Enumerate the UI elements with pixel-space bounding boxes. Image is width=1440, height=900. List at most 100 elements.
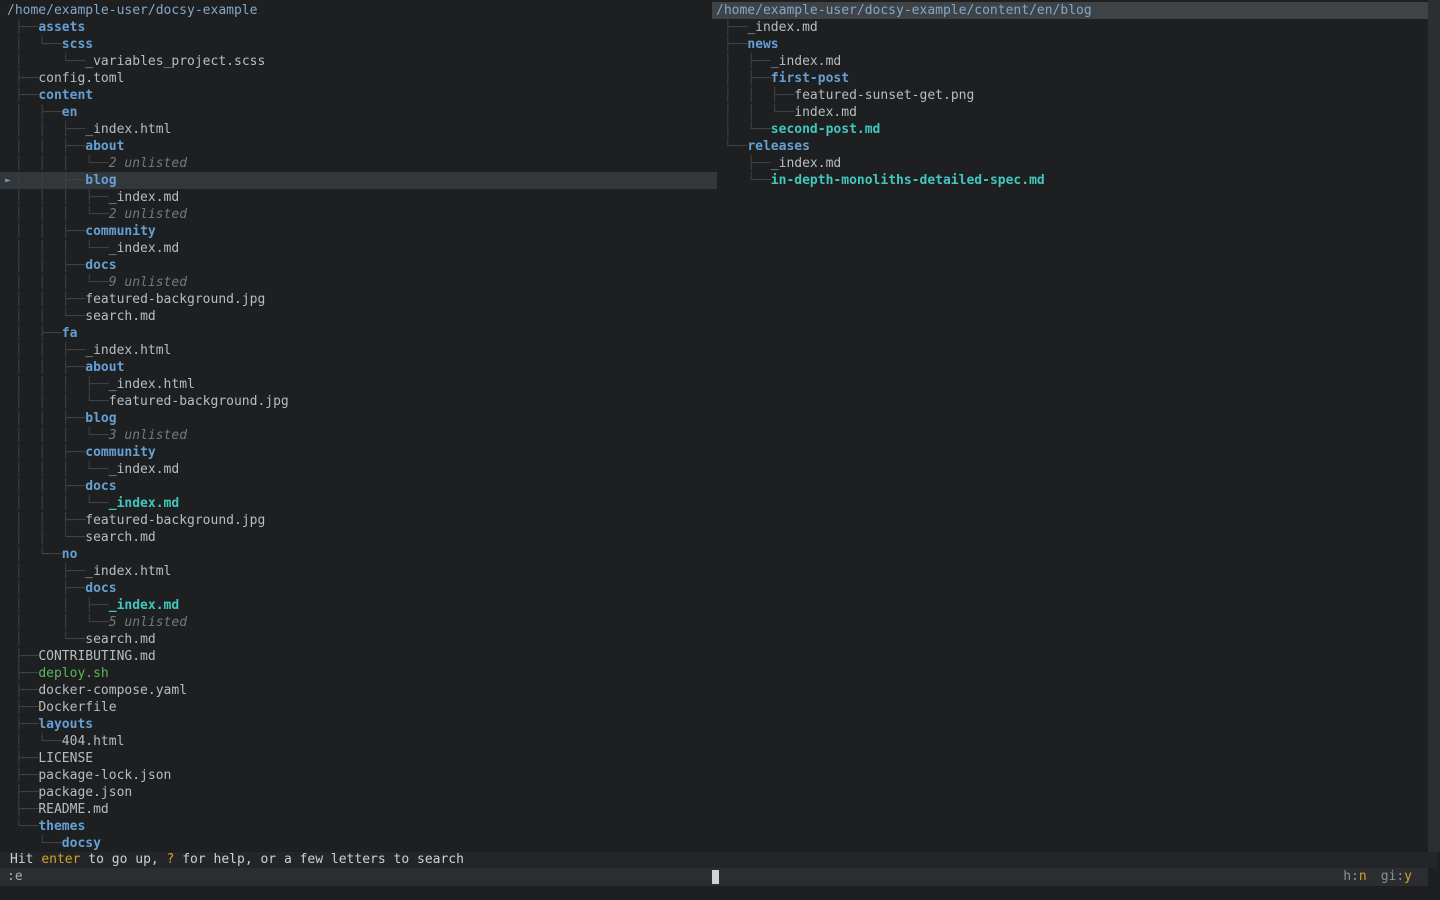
- tree-guide: │ └──: [7, 37, 62, 52]
- tree-row[interactable]: ├──_index.md: [712, 19, 1428, 36]
- tree-row[interactable]: │ ├──first-post: [712, 70, 1428, 87]
- tree-row[interactable]: │ │ │ └──featured-background.jpg: [0, 393, 717, 410]
- tree-row[interactable]: │ │ └──5 unlisted: [0, 614, 717, 631]
- tree-row[interactable]: │ │ └──search.md: [0, 529, 717, 546]
- tree-guide: │ ├──: [716, 54, 771, 69]
- tree-row[interactable]: │ │ │ ├──_index.html: [0, 376, 717, 393]
- tree-guide: └──: [716, 139, 747, 154]
- tree-row[interactable]: │ └──404.html: [0, 733, 717, 750]
- status-bar: Hit enter to go up, ? for help, or a few…: [0, 852, 1438, 868]
- tree-row[interactable]: │ │ ├──about: [0, 138, 717, 155]
- tree-guide: │ └──: [716, 122, 771, 137]
- tree-row[interactable]: │ │ ├──_index.html: [0, 121, 717, 138]
- tree-row[interactable]: │ │ └──search.md: [0, 308, 717, 325]
- tree-guide: │ │ │ ├──: [7, 377, 109, 392]
- tree-row[interactable]: │ ├──_index.md: [712, 53, 1428, 70]
- tree-row[interactable]: │ └──scss: [0, 36, 717, 53]
- tree-row[interactable]: ├──config.toml: [0, 70, 717, 87]
- tree-guide: │ │ │ └──: [7, 496, 109, 511]
- tree-row[interactable]: └──themes: [0, 818, 717, 835]
- tree-row[interactable]: │ ├──_index.html: [0, 563, 717, 580]
- tree-row[interactable]: │ └──second-post.md: [712, 121, 1428, 138]
- file-name: featured-background.jpg: [109, 394, 289, 409]
- tree-guide: ├──: [716, 37, 747, 52]
- tree-guide: ├──: [7, 88, 38, 103]
- tree-row[interactable]: ├──assets: [0, 19, 717, 36]
- tree-row[interactable]: │ │ ├──about: [0, 359, 717, 376]
- file-name: LICENSE: [38, 751, 93, 766]
- tree-row[interactable]: │ ├──en: [0, 104, 717, 121]
- tree-row[interactable]: │ │ ├──_index.md: [0, 597, 717, 614]
- tree-row[interactable]: │ ├──docs: [0, 580, 717, 597]
- file-name: search.md: [85, 309, 155, 324]
- tree-row[interactable]: ├──content: [0, 87, 717, 104]
- tree-guide: │ │ ├──: [7, 513, 85, 528]
- command-input[interactable]: :e: [7, 868, 23, 886]
- tree-row[interactable]: │ │ ├──featured-background.jpg: [0, 512, 717, 529]
- tree-row[interactable]: ├──package.json: [0, 784, 717, 801]
- tree-row[interactable]: └──docsy: [0, 835, 717, 852]
- tree-row[interactable]: │ │ │ └──2 unlisted: [0, 206, 717, 223]
- tree-row[interactable]: │ │ │ └──2 unlisted: [0, 155, 717, 172]
- tree-row[interactable]: │ │ ├──featured-sunset-get.png: [712, 87, 1428, 104]
- right-panel-root-path[interactable]: /home/example-user/docsy-example/content…: [712, 2, 1428, 19]
- file-name: _index.md: [771, 156, 841, 171]
- file-name: _index.html: [85, 564, 171, 579]
- tree-row[interactable]: └──releases: [712, 138, 1428, 155]
- file-name: featured-sunset-get.png: [794, 88, 974, 103]
- tree-guide: ├──: [7, 649, 38, 664]
- tree-row[interactable]: │ └──search.md: [0, 631, 717, 648]
- tree-row[interactable]: ► │ │ ├──blog: [0, 172, 717, 189]
- tree-row[interactable]: ├──deploy.sh: [0, 665, 717, 682]
- tree-guide: │ │ ├──: [7, 598, 109, 613]
- right-tree: ├──_index.md ├──news │ ├──_index.md │ ├─…: [712, 19, 1428, 189]
- tree-row[interactable]: ├──docker-compose.yaml: [0, 682, 717, 699]
- tree-row[interactable]: │ │ │ └──_index.md: [0, 240, 717, 257]
- tree-row[interactable]: │ │ │ └──_index.md: [0, 461, 717, 478]
- file-name: index.md: [794, 105, 857, 120]
- tree-guide: │ │ │ └──: [7, 462, 109, 477]
- tree-row[interactable]: │ │ └──index.md: [712, 104, 1428, 121]
- tree-row[interactable]: ├──news: [712, 36, 1428, 53]
- file-name: _index.md: [109, 241, 179, 256]
- left-panel-root-path[interactable]: /home/example-user/docsy-example: [0, 2, 717, 19]
- tree-row[interactable]: ├──CONTRIBUTING.md: [0, 648, 717, 665]
- tree-row[interactable]: │ │ ├──_index.html: [0, 342, 717, 359]
- tree-row[interactable]: │ │ ├──docs: [0, 257, 717, 274]
- right-panel-scrollbar[interactable]: [1428, 0, 1440, 852]
- tree-guide: │ ├──: [7, 105, 62, 120]
- tree-row[interactable]: │ │ │ └──_index.md: [0, 495, 717, 512]
- tree-guide: │ │ └──: [716, 105, 794, 120]
- tree-row[interactable]: ├──_index.md: [712, 155, 1428, 172]
- file-name: 2 unlisted: [109, 207, 187, 222]
- tree-row[interactable]: ├──layouts: [0, 716, 717, 733]
- tree-row[interactable]: │ │ ├──featured-background.jpg: [0, 291, 717, 308]
- tree-row[interactable]: │ │ ├──community: [0, 223, 717, 240]
- tree-guide: ├──: [7, 785, 38, 800]
- dir-name: layouts: [38, 717, 93, 732]
- tree-row[interactable]: │ │ ├──docs: [0, 478, 717, 495]
- tree-guide: ├──: [7, 20, 38, 35]
- tree-row[interactable]: ├──README.md: [0, 801, 717, 818]
- tree-row[interactable]: │ │ │ └──3 unlisted: [0, 427, 717, 444]
- dir-name: docsy: [62, 836, 101, 851]
- tree-guide: │ │ │ └──: [7, 207, 109, 222]
- dir-name: docs: [85, 581, 116, 596]
- tree-row[interactable]: │ │ │ ├──_index.md: [0, 189, 717, 206]
- tree-row[interactable]: │ │ ├──community: [0, 444, 717, 461]
- file-name: _index.md: [747, 20, 817, 35]
- tree-guide: ├──: [716, 20, 747, 35]
- tree-guide: │ │ ├──: [7, 173, 85, 188]
- tree-row[interactable]: ├──LICENSE: [0, 750, 717, 767]
- tree-row[interactable]: │ │ │ └──9 unlisted: [0, 274, 717, 291]
- tree-guide: ├──: [7, 683, 38, 698]
- tree-row[interactable]: ├──Dockerfile: [0, 699, 717, 716]
- tree-row[interactable]: │ ├──fa: [0, 325, 717, 342]
- tree-row[interactable]: ├──package-lock.json: [0, 767, 717, 784]
- tree-row[interactable]: │ └──_variables_project.scss: [0, 53, 717, 70]
- tree-row[interactable]: └──in-depth-monoliths-detailed-spec.md: [712, 172, 1428, 189]
- status-text: Hit: [10, 852, 41, 867]
- tree-row[interactable]: │ └──no: [0, 546, 717, 563]
- dir-name: fa: [62, 326, 78, 341]
- tree-row[interactable]: │ │ ├──blog: [0, 410, 717, 427]
